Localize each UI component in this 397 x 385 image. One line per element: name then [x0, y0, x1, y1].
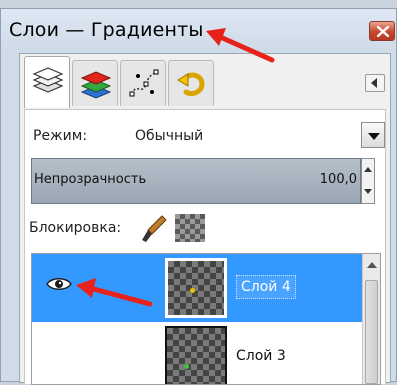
tab-undo-history[interactable]	[168, 60, 214, 106]
undo-history-icon	[177, 72, 205, 97]
layers-panel: Режим: Обычный Непрозрачность 100,0 Блок…	[24, 109, 386, 385]
channels-icon	[80, 71, 112, 99]
layer-name[interactable]: Слой 4	[236, 275, 296, 299]
scrollbar-thumb[interactable]	[365, 280, 378, 384]
opacity-spin-buttons[interactable]	[361, 158, 375, 204]
layers-list: Слой 4 Слой 3	[31, 253, 381, 385]
lock-pixels-brush-icon[interactable]	[140, 214, 168, 244]
tab-menu-button[interactable]	[365, 74, 385, 92]
layer-name[interactable]: Слой 3	[236, 348, 286, 364]
close-icon	[377, 26, 389, 37]
chevron-down-icon	[368, 133, 380, 140]
lock-label: Блокировка:	[29, 220, 122, 236]
layers-dialog-window: Слои — Градиенты Режим: Обычный Непрозра…	[0, 8, 397, 385]
dialog-client-area: Режим: Обычный Непрозрачность 100,0 Блок…	[19, 53, 391, 385]
window-title: Слои — Градиенты	[9, 19, 204, 41]
layer-row[interactable]: Слой 3	[32, 324, 362, 384]
mode-select-value[interactable]: Обычный	[135, 128, 203, 144]
layers-icon	[32, 67, 64, 93]
layer-row[interactable]: Слой 4	[32, 254, 362, 322]
close-button[interactable]	[369, 21, 395, 41]
spin-down-icon[interactable]	[364, 189, 372, 194]
title-bar[interactable]: Слои — Градиенты	[1, 9, 396, 53]
mode-dropdown-button[interactable]	[361, 122, 385, 148]
thumbnail-dot	[184, 364, 189, 369]
spin-up-icon[interactable]	[364, 167, 372, 172]
lock-alpha-icon[interactable]	[175, 214, 205, 242]
opacity-slider[interactable]: Непрозрачность 100,0	[31, 158, 361, 204]
triangle-left-icon	[371, 78, 377, 88]
opacity-value: 100,0	[319, 172, 357, 187]
dock-tabs	[20, 56, 390, 116]
mode-label: Режим:	[33, 128, 88, 144]
opacity-label: Непрозрачность	[34, 172, 147, 187]
thumbnail-dot	[190, 288, 195, 293]
paths-icon	[129, 69, 159, 97]
tab-paths[interactable]	[120, 60, 166, 106]
eye-icon[interactable]	[46, 276, 72, 292]
tab-layers[interactable]	[24, 56, 70, 108]
tab-channels[interactable]	[72, 60, 118, 106]
layer-thumbnail	[165, 326, 227, 384]
layers-scrollbar[interactable]	[362, 254, 380, 384]
scroll-up-icon[interactable]	[367, 262, 377, 268]
layer-thumbnail	[165, 258, 227, 318]
